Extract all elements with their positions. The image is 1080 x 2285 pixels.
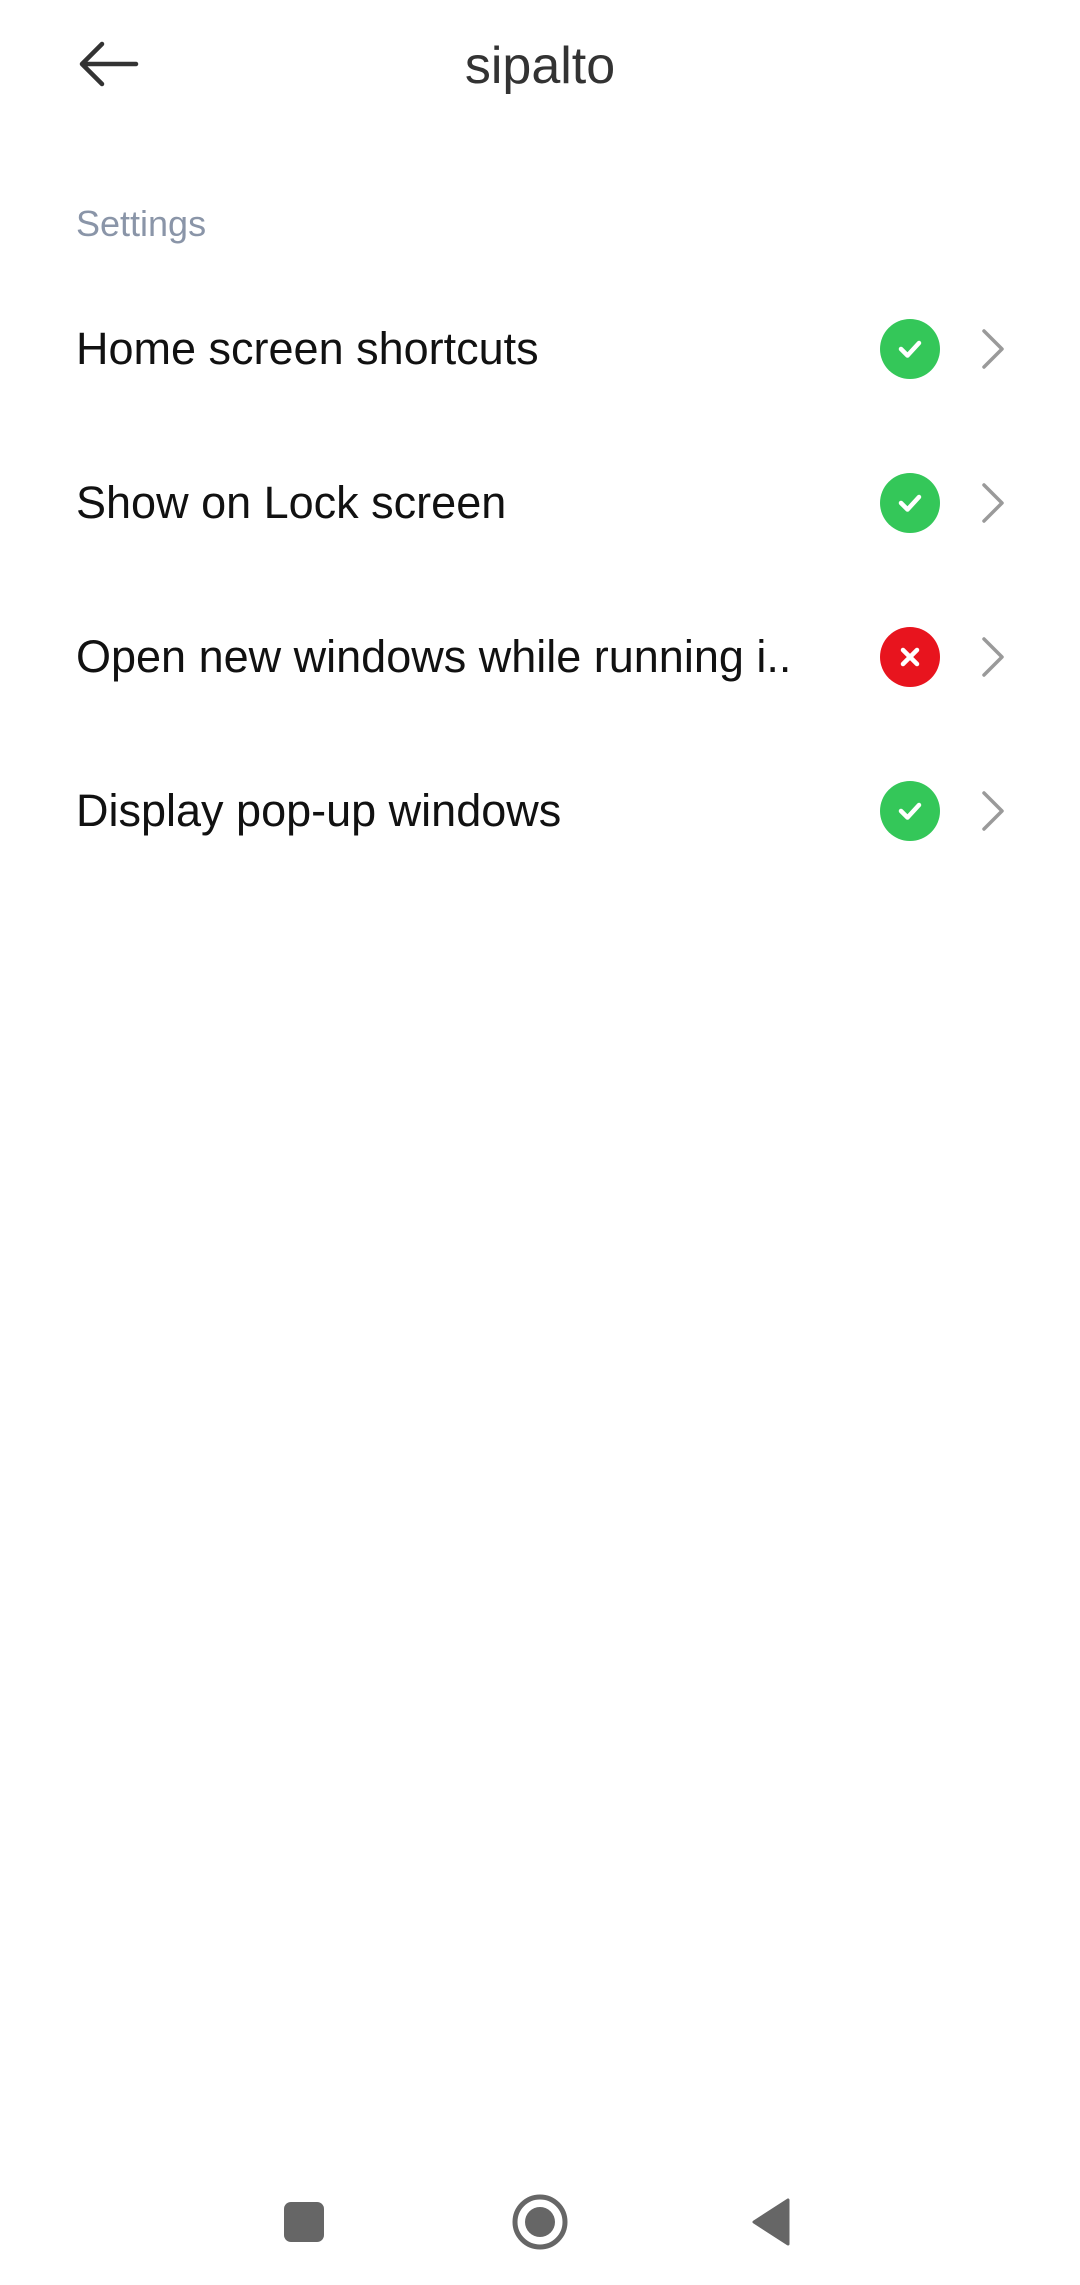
recents-button[interactable] (264, 2182, 344, 2262)
setting-open-new-windows[interactable]: Open new windows while running i.. (0, 580, 1080, 734)
chevron-right-icon (978, 634, 1008, 680)
check-icon (880, 781, 940, 841)
setting-home-screen-shortcuts[interactable]: Home screen shortcuts (0, 272, 1080, 426)
chevron-right-icon (978, 326, 1008, 372)
settings-list: Home screen shortcuts Show on Lock scree… (0, 272, 1080, 888)
home-button[interactable] (500, 2182, 580, 2262)
setting-label: Home screen shortcuts (76, 323, 539, 374)
triangle-back-icon (752, 2198, 790, 2246)
circle-icon (512, 2194, 568, 2250)
chevron-right-icon (978, 788, 1008, 834)
check-icon (880, 473, 940, 533)
back-nav-button[interactable] (732, 2182, 812, 2262)
app-bar: sipalto (0, 0, 1080, 140)
chevron-right-icon (978, 480, 1008, 526)
setting-label: Open new windows while running i.. (76, 631, 792, 682)
check-icon (880, 319, 940, 379)
setting-display-pop-up-windows[interactable]: Display pop-up windows (0, 734, 1080, 888)
section-header: Settings (76, 203, 207, 244)
setting-label: Show on Lock screen (76, 477, 507, 528)
square-icon (284, 2202, 324, 2242)
system-nav-bar (0, 2160, 1080, 2285)
page-title: sipalto (464, 37, 616, 95)
cross-icon (880, 627, 940, 687)
setting-label: Display pop-up windows (76, 785, 562, 836)
setting-show-on-lock-screen[interactable]: Show on Lock screen (0, 426, 1080, 580)
